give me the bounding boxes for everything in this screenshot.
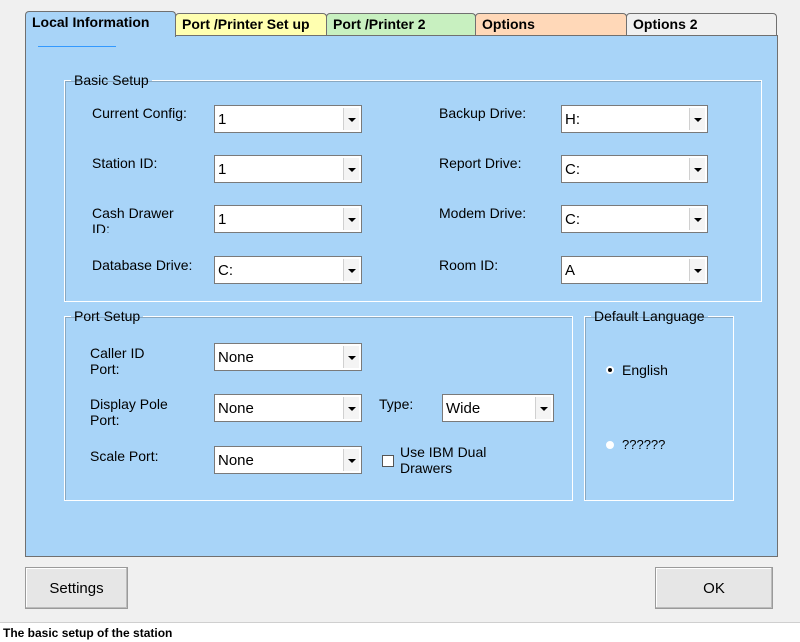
ok-button[interactable]: OK	[655, 567, 773, 609]
chevron-down-icon[interactable]	[689, 158, 705, 180]
chevron-down-icon[interactable]	[535, 397, 551, 419]
backup-drive-value: H:	[565, 111, 580, 128]
station-id-value: 1	[218, 161, 227, 178]
tab-options-2[interactable]: Options 2	[626, 13, 777, 35]
current-config-value: 1	[218, 111, 227, 128]
scale-port-label: Scale Port:	[90, 448, 159, 464]
modem-drive-value: C:	[565, 211, 580, 228]
settings-button[interactable]: Settings	[25, 567, 128, 609]
backup-drive-select[interactable]: H:	[561, 105, 708, 133]
language-other-radio[interactable]	[606, 441, 614, 449]
chevron-down-icon[interactable]	[343, 397, 359, 419]
display-pole-port-select[interactable]: None	[214, 394, 362, 422]
database-drive-label: Database Drive:	[92, 257, 193, 273]
chevron-down-icon[interactable]	[343, 208, 359, 230]
caller-id-port-label: Caller ID Port:	[90, 345, 145, 377]
cash-drawer-id-select[interactable]: 1	[214, 205, 362, 233]
chevron-down-icon[interactable]	[343, 259, 359, 281]
report-drive-value: C:	[565, 161, 580, 178]
tab-options[interactable]: Options	[475, 13, 627, 35]
chevron-down-icon[interactable]	[689, 208, 705, 230]
ibm-dual-drawers-label: Use IBM Dual Drawers	[400, 444, 487, 476]
default-language-group: Default Language	[584, 308, 734, 501]
database-drive-select[interactable]: C:	[214, 256, 362, 284]
caller-id-port-select[interactable]: None	[214, 343, 362, 371]
language-english-radio[interactable]	[606, 366, 614, 374]
report-drive-label: Report Drive:	[439, 155, 522, 171]
chevron-down-icon[interactable]	[689, 108, 705, 130]
chevron-down-icon[interactable]	[343, 108, 359, 130]
chevron-down-icon[interactable]	[689, 259, 705, 281]
backup-drive-label: Backup Drive:	[439, 105, 527, 121]
cash-drawer-id-value: 1	[218, 211, 227, 228]
current-config-select[interactable]: 1	[214, 105, 362, 133]
local-information-panel: Basic Setup Current Config: 1 Station ID…	[25, 35, 778, 557]
current-config-label: Current Config:	[92, 105, 187, 121]
chevron-down-icon[interactable]	[343, 158, 359, 180]
type-select[interactable]: Wide	[442, 394, 554, 422]
caller-id-port-value: None	[218, 349, 254, 366]
database-drive-value: C:	[218, 262, 233, 279]
tab-local-information[interactable]: Local Information	[25, 11, 176, 37]
language-other-label: ??????	[622, 437, 666, 452]
modem-drive-label: Modem Drive:	[439, 205, 527, 221]
room-id-value: A	[565, 262, 576, 279]
station-id-label: Station ID:	[92, 155, 158, 171]
chevron-down-icon[interactable]	[343, 346, 359, 368]
room-id-select[interactable]: A	[561, 256, 708, 284]
ibm-dual-drawers-checkbox[interactable]	[382, 455, 394, 467]
display-pole-port-value: None	[218, 400, 254, 417]
basic-setup-legend: Basic Setup	[74, 72, 149, 88]
report-drive-select[interactable]: C:	[561, 155, 708, 183]
modem-drive-select[interactable]: C:	[561, 205, 708, 233]
cash-drawer-id-label: Cash Drawer ID:	[92, 205, 174, 233]
tab-port-printer-setup[interactable]: Port /Printer Set up	[175, 13, 327, 35]
tab-focus-underline	[38, 46, 116, 47]
scale-port-select[interactable]: None	[214, 446, 362, 474]
type-value: Wide	[446, 400, 481, 417]
type-label: Type:	[379, 396, 414, 412]
default-language-legend: Default Language	[594, 308, 705, 324]
scale-port-value: None	[218, 452, 254, 469]
chevron-down-icon[interactable]	[343, 449, 359, 471]
language-english-label: English	[622, 362, 668, 378]
station-id-select[interactable]: 1	[214, 155, 362, 183]
status-bar: The basic setup of the station	[0, 622, 800, 642]
display-pole-port-label: Display Pole Port:	[90, 396, 168, 428]
tab-port-printer-2[interactable]: Port /Printer 2	[326, 13, 476, 35]
room-id-label: Room ID:	[439, 257, 499, 273]
port-setup-legend: Port Setup	[74, 308, 141, 324]
